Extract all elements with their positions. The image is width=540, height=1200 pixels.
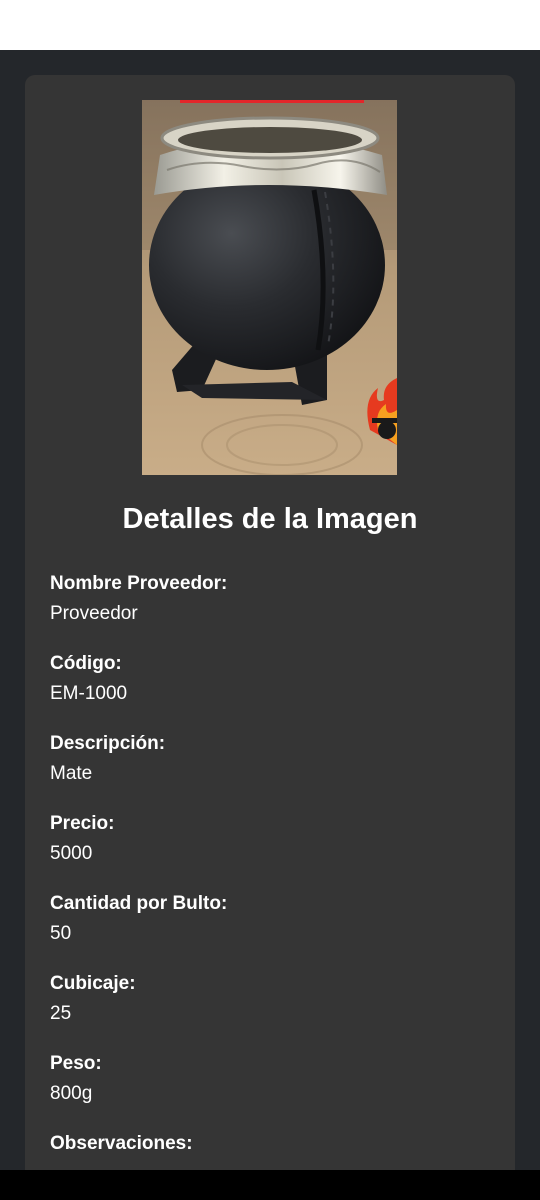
detail-label: Precio: xyxy=(50,813,115,834)
image-top-strip xyxy=(180,100,364,103)
detail-value: Proveedor xyxy=(50,603,138,624)
detail-label: Cantidad por Bulto: xyxy=(50,893,228,914)
product-image xyxy=(142,100,397,475)
detail-label: Descripción: xyxy=(50,733,166,754)
detail-value: EM-1000 xyxy=(50,683,128,704)
detail-label: Nombre Proveedor: xyxy=(50,573,228,594)
detail-value: 800g xyxy=(50,1083,93,1104)
detail-description: Descripción: Mate xyxy=(50,727,490,807)
detail-label: Observaciones: xyxy=(50,1133,193,1154)
detail-supplier-name: Nombre Proveedor: Proveedor xyxy=(50,567,490,647)
detail-label: Peso: xyxy=(50,1053,102,1074)
browser-top-bar xyxy=(0,0,540,50)
detail-quantity-per-bundle: Cantidad por Bulto: 50 xyxy=(50,887,490,967)
detail-label: Cubicaje: xyxy=(50,973,136,994)
detail-value: 50 xyxy=(50,923,72,944)
page-title: Detalles de la Imagen xyxy=(122,503,418,535)
detail-value: 5000 xyxy=(50,843,93,864)
system-navigation-bar xyxy=(0,1170,540,1200)
detail-weight: Peso: 800g xyxy=(50,1047,490,1127)
details-card: Detalles de la Imagen Nombre Proveedor: … xyxy=(25,75,515,1200)
detail-value: Mate xyxy=(50,763,93,784)
detail-price: Precio: 5000 xyxy=(50,807,490,887)
details-list: Nombre Proveedor: Proveedor Código: EM-1… xyxy=(50,567,490,1200)
detail-value: 25 xyxy=(50,1003,72,1024)
detail-code: Código: EM-1000 xyxy=(50,647,490,727)
detail-label: Código: xyxy=(50,653,122,674)
detail-cubic-volume: Cubicaje: 25 xyxy=(50,967,490,1047)
